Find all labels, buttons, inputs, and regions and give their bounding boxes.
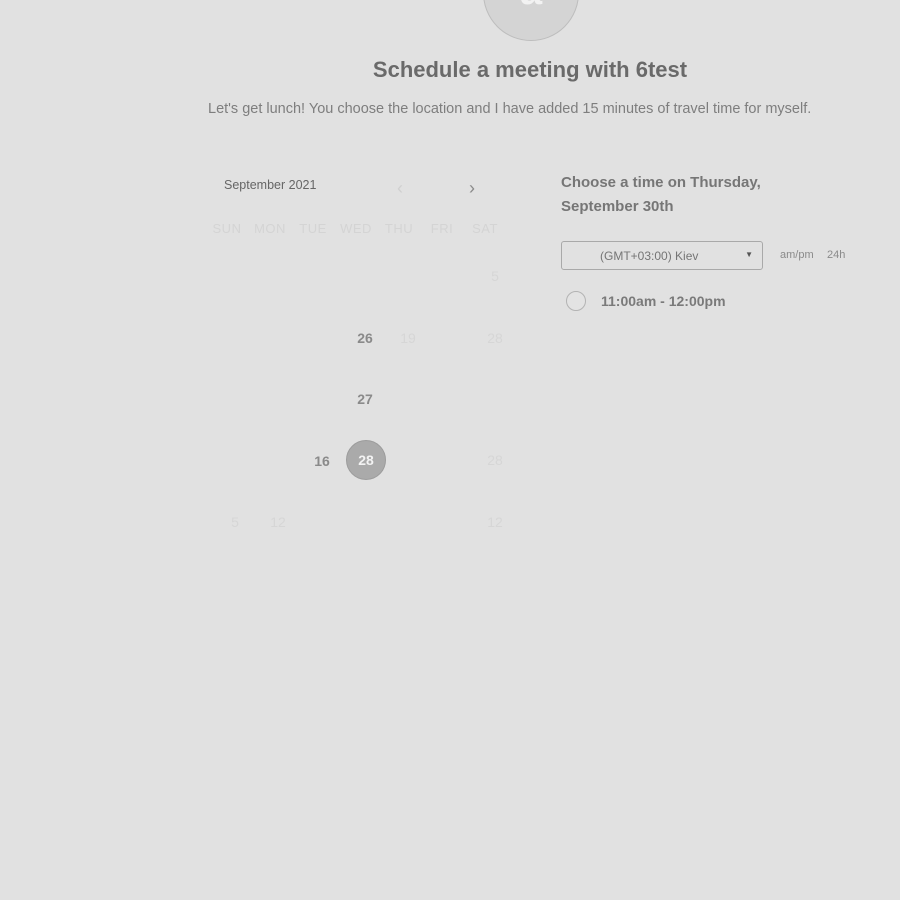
time-slot-radio[interactable]	[566, 291, 586, 311]
weekday-wed: WED	[340, 221, 372, 236]
calendar-day: 5	[491, 268, 499, 284]
calendar-day[interactable]: 16	[302, 441, 342, 481]
weekday-sun: SUN	[212, 221, 242, 236]
page-title: Schedule a meeting with 6test	[372, 57, 688, 82]
calendar-day: 12	[487, 514, 503, 530]
weekday-mon: MON	[254, 221, 286, 236]
avatar-letter: a	[520, 0, 542, 14]
calendar-day: 28	[487, 330, 503, 346]
calendar-day: 5	[231, 514, 239, 530]
calendar-day[interactable]: 27	[345, 379, 385, 419]
chevron-left-icon: ‹	[397, 177, 403, 198]
weekday-tue: TUE	[299, 221, 327, 236]
calendar-day: 28	[487, 452, 503, 468]
weekday-sat: SAT	[472, 221, 498, 236]
chevron-right-icon: ›	[469, 177, 475, 198]
next-month-button[interactable]: ›	[462, 178, 482, 198]
prev-month-button[interactable]: ‹	[390, 178, 410, 198]
time-picker-heading: Choose a time on Thursday, September 30t…	[561, 174, 761, 215]
format-ampm-toggle[interactable]: am/pm	[780, 249, 814, 261]
calendar-day[interactable]: 26	[345, 318, 385, 358]
calendar-day: 12	[270, 514, 286, 530]
weekday-thu: THU	[384, 221, 414, 236]
time-slot-label[interactable]: 11:00am - 12:00pm	[601, 293, 726, 309]
calendar-month-label: September 2021	[224, 178, 317, 192]
format-24h-toggle[interactable]: 24h	[827, 249, 845, 261]
caret-down-icon: ▼	[745, 250, 753, 259]
avatar: a	[483, 0, 579, 41]
page-subtitle: Let's get lunch! You choose the location…	[208, 101, 812, 117]
calendar-day: 19	[400, 330, 416, 346]
timezone-select[interactable]: (GMT+03:00) Kiev ▼	[561, 241, 763, 270]
calendar-day-selected[interactable]: 28	[346, 440, 386, 480]
timezone-value: (GMT+03:00) Kiev	[600, 249, 699, 263]
weekday-fri: FRI	[430, 221, 454, 236]
